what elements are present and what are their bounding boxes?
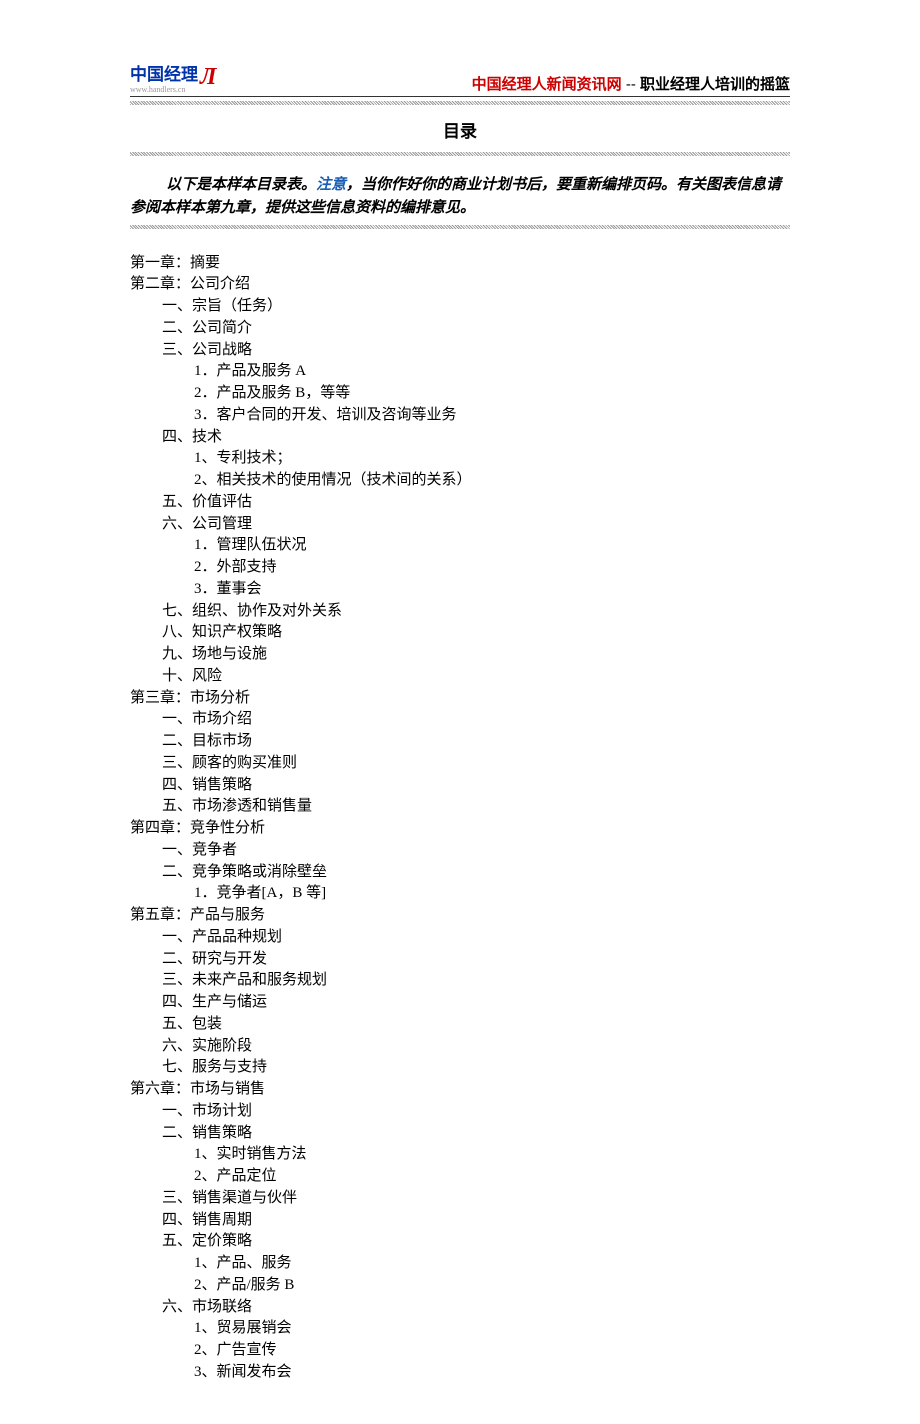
toc-entry: 1、贸易展销会 bbox=[194, 1318, 790, 1340]
title-divider bbox=[130, 152, 790, 156]
toc-entry: 2、相关技术的使用情况（技术间的关系） bbox=[194, 470, 790, 492]
toc-entry: 五、包装 bbox=[162, 1014, 790, 1036]
logo-text: 中国经理 bbox=[130, 65, 198, 84]
logo-mark-icon: Л bbox=[200, 64, 216, 91]
site-tagline: 职业经理人培训的摇篮 bbox=[640, 76, 790, 93]
page-title: 目录 bbox=[130, 117, 790, 142]
toc-entry: 一、产品品种规划 bbox=[162, 927, 790, 949]
site-name: 中国经理人新闻资讯网 bbox=[472, 76, 622, 93]
toc-entry: 第二章：公司介绍 bbox=[130, 274, 790, 296]
toc-entry: 2、广告宣传 bbox=[194, 1340, 790, 1362]
toc-entry: 二、研究与开发 bbox=[162, 949, 790, 971]
toc-entry: 十、风险 bbox=[162, 666, 790, 688]
toc-entry: 2．外部支持 bbox=[194, 557, 790, 579]
toc-entry: 3、新闻发布会 bbox=[194, 1362, 790, 1384]
toc-entry: 3．客户合同的开发、培训及咨询等业务 bbox=[194, 405, 790, 427]
toc-entry: 七、服务与支持 bbox=[162, 1057, 790, 1079]
toc-entry: 二、竞争策略或消除壁垒 bbox=[162, 862, 790, 884]
toc-entry: 一、市场计划 bbox=[162, 1101, 790, 1123]
toc-entry: 二、目标市场 bbox=[162, 731, 790, 753]
toc-entry: 第六章：市场与销售 bbox=[130, 1079, 790, 1101]
logo: 中国经理 www.handlers.cn Л bbox=[130, 60, 216, 94]
toc-entry: 九、场地与设施 bbox=[162, 644, 790, 666]
toc-entry: 2、产品/服务 B bbox=[194, 1275, 790, 1297]
toc-entry: 二、公司简介 bbox=[162, 318, 790, 340]
toc-entry: 三、公司战略 bbox=[162, 340, 790, 362]
page-header: 中国经理 www.handlers.cn Л 中国经理人新闻资讯网 -- 职业经… bbox=[130, 60, 790, 97]
toc-entry: 六、市场联络 bbox=[162, 1297, 790, 1319]
toc-entry: 第五章：产品与服务 bbox=[130, 905, 790, 927]
toc-entry: 1．产品及服务 A bbox=[194, 361, 790, 383]
intro-paragraph: 以下是本样本目录表。注意，当你作好你的商业计划书后，要重新编排页码。有关图表信息… bbox=[130, 174, 790, 221]
toc-entry: 五、市场渗透和销售量 bbox=[162, 796, 790, 818]
toc-entry: 1．竞争者[A，B 等] bbox=[194, 883, 790, 905]
toc-entry: 1、专利技术； bbox=[194, 448, 790, 470]
toc-entry: 第四章：竞争性分析 bbox=[130, 818, 790, 840]
toc-entry: 3．董事会 bbox=[194, 579, 790, 601]
document-page: 中国经理 www.handlers.cn Л 中国经理人新闻资讯网 -- 职业经… bbox=[0, 0, 920, 1424]
toc-entry: 七、组织、协作及对外关系 bbox=[162, 601, 790, 623]
toc-entry: 四、销售策略 bbox=[162, 775, 790, 797]
intro-note: 注意 bbox=[316, 177, 346, 193]
toc-entry: 四、生产与储运 bbox=[162, 992, 790, 1014]
toc-entry: 第三章：市场分析 bbox=[130, 688, 790, 710]
toc-entry: 四、销售周期 bbox=[162, 1210, 790, 1232]
header-right: 中国经理人新闻资讯网 -- 职业经理人培训的摇篮 bbox=[472, 73, 790, 94]
header-separator: -- bbox=[622, 76, 640, 93]
toc-entry: 四、技术 bbox=[162, 427, 790, 449]
toc-entry: 五、定价策略 bbox=[162, 1231, 790, 1253]
toc-entry: 一、宗旨（任务） bbox=[162, 296, 790, 318]
header-divider bbox=[130, 101, 790, 105]
intro-divider bbox=[130, 225, 790, 229]
toc-entry: 三、顾客的购买准则 bbox=[162, 753, 790, 775]
toc-entry: 六、实施阶段 bbox=[162, 1036, 790, 1058]
toc-entry: 1、实时销售方法 bbox=[194, 1144, 790, 1166]
toc-entry: 一、竞争者 bbox=[162, 840, 790, 862]
toc-entry: 1、产品、服务 bbox=[194, 1253, 790, 1275]
toc-entry: 五、价值评估 bbox=[162, 492, 790, 514]
toc-entry: 八、知识产权策略 bbox=[162, 622, 790, 644]
intro-part1: 以下是本样本目录表。 bbox=[166, 177, 316, 193]
toc-entry: 三、未来产品和服务规划 bbox=[162, 970, 790, 992]
table-of-contents: 第一章：摘要第二章：公司介绍一、宗旨（任务）二、公司简介三、公司战略1．产品及服… bbox=[130, 253, 790, 1384]
toc-entry: 2、产品定位 bbox=[194, 1166, 790, 1188]
toc-entry: 一、市场介绍 bbox=[162, 709, 790, 731]
toc-entry: 二、销售策略 bbox=[162, 1123, 790, 1145]
toc-entry: 1．管理队伍状况 bbox=[194, 535, 790, 557]
toc-entry: 2．产品及服务 B，等等 bbox=[194, 383, 790, 405]
logo-url: www.handlers.cn bbox=[130, 85, 198, 94]
toc-entry: 六、公司管理 bbox=[162, 514, 790, 536]
toc-entry: 第一章：摘要 bbox=[130, 253, 790, 275]
toc-entry: 三、销售渠道与伙伴 bbox=[162, 1188, 790, 1210]
